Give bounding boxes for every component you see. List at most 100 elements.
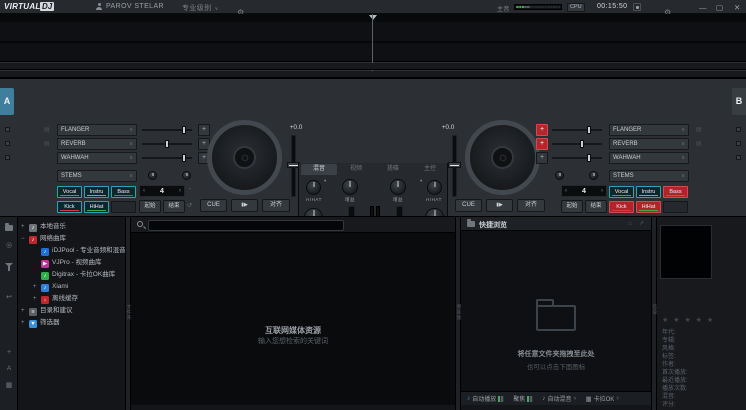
tree-item-catalogs[interactable]: + ≡ 目录和建议 [18, 305, 125, 317]
deck-b-loop-size[interactable]: ‹4› [561, 185, 607, 197]
deck-a-rail-icon[interactable] [5, 155, 10, 160]
channel-2-gain-knob[interactable] [390, 179, 406, 195]
deck-b-jog-hub[interactable] [491, 146, 514, 169]
user-name[interactable]: PAROV STELAR [106, 3, 164, 10]
loop-decrease-icon[interactable]: ‹ [565, 188, 567, 194]
deck-a-play-button[interactable]: ▮▶ [231, 199, 258, 212]
mixer-right-fx-knob[interactable] [427, 180, 442, 195]
expander[interactable]: − [21, 233, 25, 245]
add-icon[interactable]: + [0, 349, 18, 356]
deck-b-overview-waveform[interactable] [0, 71, 746, 78]
search-input[interactable] [148, 220, 344, 231]
deck-b-stem-bass[interactable]: Bass [663, 186, 688, 198]
deck-b-fx2-select[interactable]: REVERB [609, 138, 689, 150]
tree-item-xiami[interactable]: + ♪ Xiami [18, 281, 125, 293]
minimize-button[interactable]: — [699, 3, 707, 12]
tree-item-local-music[interactable]: + ♪ 本地音乐 [18, 221, 125, 233]
waveform-display[interactable] [0, 22, 746, 62]
deck-a-tab[interactable]: A [0, 88, 14, 115]
expander[interactable]: + [21, 305, 25, 317]
mixer-left-fx-knob[interactable] [306, 180, 321, 195]
deck-b-fx1-add-button[interactable]: + [536, 124, 548, 136]
disc-icon[interactable]: ◎ [0, 241, 18, 249]
file-list-panel[interactable]: 互联网媒体资源 输入您想检索的关键词 [131, 233, 455, 405]
panels-icon[interactable]: ▦ [0, 381, 18, 389]
license-dropdown[interactable]: 专业级别 [182, 3, 219, 13]
deck-b-rail-icon[interactable] [736, 127, 741, 132]
deck-b-play-button[interactable]: ▮▶ [486, 199, 513, 212]
fx-select-caret-icon[interactable]: ▾ [420, 178, 422, 184]
channel-1-gain-knob[interactable] [342, 179, 358, 195]
deck-a-loop-out-button[interactable]: 结束 [163, 200, 185, 213]
fx-select-caret-icon[interactable]: ▾ [324, 178, 326, 184]
tree-item-filters[interactable]: + ▼ 筛选器 [18, 317, 125, 329]
deck-a-fx3-slider[interactable] [142, 152, 192, 164]
fx-panel-icon[interactable]: ▤ [44, 126, 50, 133]
deck-b-tab[interactable]: B [732, 88, 746, 115]
deck-a-stem-empty-pad[interactable] [111, 201, 136, 213]
deck-b-stem-kick[interactable]: Kick [609, 201, 634, 213]
deck-a-fx3-select[interactable]: WAHWAH [57, 152, 137, 164]
expander[interactable]: + [33, 293, 37, 305]
deck-b-fx2-add-button[interactable]: + [536, 138, 548, 150]
fx-panel-icon[interactable]: ▤ [696, 126, 702, 133]
mixer-tab-master[interactable]: 主控 [412, 164, 448, 175]
deck-a-fx1-add-button[interactable]: + [198, 124, 210, 136]
mixer-tab-scratch[interactable]: 搓碟 [375, 164, 411, 175]
tree-item-offline-cache[interactable]: + ↓ 离线缓存 [18, 293, 125, 305]
deck-b-stems-knob-1[interactable] [555, 171, 564, 180]
deck-b-fx1-select[interactable]: FLANGER [609, 124, 689, 136]
smart-loop-icon[interactable]: ↺ [187, 202, 192, 209]
deck-a-stem-hihat[interactable]: HiHat [84, 201, 109, 213]
record-icon[interactable] [633, 3, 641, 11]
deck-a-stem-vocal[interactable]: Vocal [57, 186, 82, 198]
deck-b-fx3-add-button[interactable]: + [536, 152, 548, 164]
deck-a-stems-knob-2[interactable] [182, 171, 191, 180]
deck-a-loop-in-button[interactable]: 起始 [139, 200, 161, 213]
deck-b-stem-hihat[interactable]: HiHat [636, 201, 661, 213]
loop-decrease-icon[interactable]: ‹ [143, 188, 145, 194]
back-icon[interactable]: ↩ [0, 293, 18, 301]
tree-item-digitrax[interactable]: ♪ Digitrax - 卡拉OK曲库 [18, 269, 125, 281]
tree-item-vjpro[interactable]: ▶ VJPro - 视频曲库 [18, 257, 125, 269]
deck-a-stem-kick[interactable]: Kick [57, 201, 82, 213]
deck-b-fx3-slider[interactable] [552, 152, 602, 164]
automix-tab[interactable]: ♪自动混音˅ [542, 394, 576, 403]
tree-item-online-library[interactable]: − ♪ 网络曲库 [18, 233, 125, 245]
deck-a-fx2-slider[interactable] [142, 138, 192, 150]
karaoke-tab[interactable]: ▦卡拉OK˅ [585, 394, 619, 403]
deck-b-fx3-select[interactable]: WAHWAH [609, 152, 689, 164]
loop-increase-icon[interactable]: › [601, 188, 603, 194]
deck-b-fx2-slider[interactable] [552, 138, 602, 150]
deck-a-rail-icon[interactable] [5, 127, 10, 132]
deck-b-fx1-slider[interactable] [552, 124, 602, 136]
deck-a-fx1-slider[interactable] [142, 124, 192, 136]
shortcut-drop-zone[interactable]: 将任意文件夹拖拽至此处 也可以点击下面图标 [461, 231, 651, 391]
close-button[interactable]: ✕ [734, 3, 740, 12]
deck-a-cue-button[interactable]: CUE [200, 199, 227, 212]
focus-toggle[interactable]: 聚焦 [513, 394, 533, 403]
deck-a-overview-waveform[interactable] [0, 63, 746, 70]
expander[interactable]: + [33, 281, 37, 293]
home-icon[interactable]: ⌂ [628, 220, 632, 227]
deck-b-rail-icon[interactable] [736, 155, 741, 160]
rating-stars[interactable]: ★ ★ ★ ★ ★ [662, 316, 715, 324]
deck-a-sync-button[interactable]: 对齐 [262, 199, 290, 212]
deck-a-stems-knob-1[interactable] [148, 171, 157, 180]
expander[interactable]: + [21, 221, 25, 233]
deck-b-loop-in-button[interactable]: 起始 [561, 200, 583, 213]
deck-b-pitch-handle[interactable] [448, 162, 461, 168]
tree-item-idjpool[interactable]: ♪ iDJPool - 专业音频和混音 [18, 245, 125, 257]
expander[interactable]: + [21, 317, 25, 329]
deck-a-stem-instru[interactable]: Instru [84, 186, 109, 198]
deck-b-stems-knob-2[interactable] [589, 171, 598, 180]
deck-b-stem-instru[interactable]: Instru [636, 186, 661, 198]
deck-a-stem-bass[interactable]: Bass [111, 186, 136, 198]
deck-b-rail-icon[interactable] [736, 141, 741, 146]
deck-b-sync-button[interactable]: 对齐 [517, 199, 545, 212]
deck-a-jog-hub[interactable] [233, 146, 256, 169]
popout-icon[interactable]: ↗ [639, 220, 644, 227]
filter-funnel-icon[interactable] [5, 263, 13, 267]
folders-icon[interactable] [5, 225, 13, 231]
deck-b-cue-button[interactable]: CUE [455, 199, 482, 212]
